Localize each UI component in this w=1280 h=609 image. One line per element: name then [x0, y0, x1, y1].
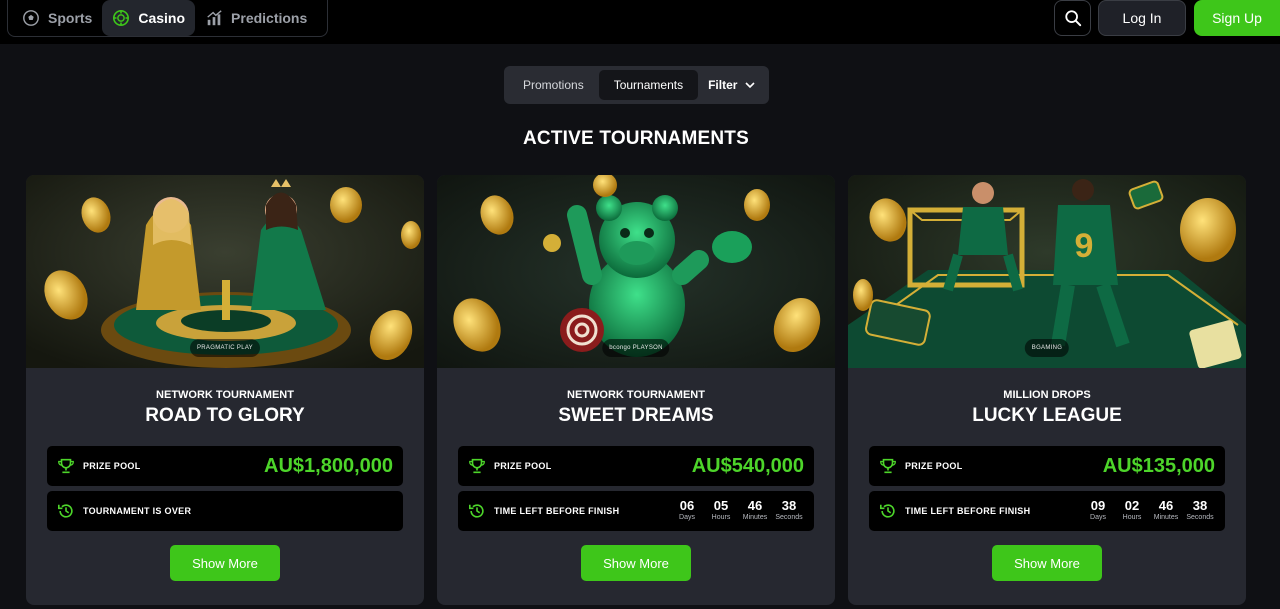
status-label: TOURNAMENT IS OVER	[83, 506, 192, 516]
history-clock-icon	[468, 504, 484, 518]
prize-pool-row: PRIZE POOL AU$1,800,000	[47, 446, 403, 486]
prize-pool-value: AU$1,800,000	[264, 454, 393, 477]
countdown-timer: 09 Days 02 Hours 46 Minutes 38 Seconds	[1083, 499, 1215, 523]
countdown-minutes: 46 Minutes	[1153, 498, 1179, 522]
signup-button[interactable]: Sign Up	[1194, 0, 1280, 36]
prize-pool-row: PRIZE POOL AU$135,000	[869, 446, 1225, 486]
top-bar: Sports Casino Predictions Log In Sign Up	[0, 0, 1280, 44]
status-label: TIME LEFT BEFORE FINISH	[905, 506, 1031, 516]
tournament-title: ROAD TO GLORY	[145, 405, 305, 426]
provider-logo: BGAMING	[1024, 339, 1070, 357]
show-more-button[interactable]: Show More	[992, 545, 1102, 581]
nav-item-sports[interactable]: Sports	[12, 0, 102, 36]
trophy-icon	[469, 458, 485, 474]
tournament-card: bcongo PLAYSON NETWORK TOURNAMENT SWEET …	[437, 175, 835, 605]
provider-logo: PRAGMATIC PLAY	[190, 339, 260, 357]
predictions-chart-icon	[207, 10, 222, 26]
status-row: TOURNAMENT IS OVER	[47, 491, 403, 531]
tournament-banner[interactable]: PRAGMATIC PLAY	[26, 175, 424, 368]
nav-item-casino[interactable]: Casino	[102, 0, 196, 36]
tournament-type: MILLION DROPS	[1003, 389, 1091, 401]
nav-item-predictions[interactable]: Predictions	[195, 0, 317, 36]
countdown-row: TIME LEFT BEFORE FINISH 09 Days 02 Hours 4…	[869, 491, 1225, 531]
tournament-card: 9 BGAMING MILLION DROPS LUCKY LEAGUE PRI…	[848, 175, 1246, 605]
tournament-card: PRAGMATIC PLAY NETWORK TOURNAMENT ROAD T…	[26, 175, 424, 605]
prize-pool-label: PRIZE POOL	[905, 461, 963, 471]
tournament-banner[interactable]: 9 BGAMING	[848, 175, 1246, 368]
countdown-days: 09 Days	[1090, 498, 1106, 522]
svg-text:9: 9	[1075, 227, 1094, 265]
chevron-down-icon	[745, 82, 755, 89]
status-label: TIME LEFT BEFORE FINISH	[494, 506, 620, 516]
countdown-timer: 06 Days 05 Hours 46 Minutes 38 Seconds	[672, 499, 804, 523]
tournament-type: NETWORK TOURNAMENT	[156, 389, 294, 401]
promo-tabs: Promotions Tournaments Filter	[504, 66, 769, 104]
history-clock-icon	[879, 504, 895, 518]
countdown-hours: 05 Hours	[711, 498, 731, 522]
search-icon	[1064, 10, 1081, 27]
tournament-banner[interactable]: bcongo PLAYSON	[437, 175, 835, 368]
soccer-ball-icon	[23, 10, 39, 26]
countdown-seconds: 38 Seconds	[1186, 498, 1214, 522]
nav-item-label: Sports	[48, 10, 93, 26]
tournament-type: NETWORK TOURNAMENT	[567, 389, 705, 401]
show-more-button[interactable]: Show More	[581, 545, 691, 581]
prize-pool-value: AU$135,000	[1102, 454, 1215, 477]
provider-logo: bcongo PLAYSON	[602, 339, 670, 357]
section-title: ACTIVE TOURNAMENTS	[523, 128, 749, 149]
countdown-hours: 02 Hours	[1122, 498, 1142, 522]
prize-pool-value: AU$540,000	[691, 454, 804, 477]
nav-item-label: Predictions	[231, 10, 308, 26]
prize-pool-label: PRIZE POOL	[83, 461, 141, 471]
trophy-icon	[880, 458, 896, 474]
casino-chip-icon	[113, 9, 130, 27]
search-button[interactable]	[1054, 0, 1091, 36]
prize-pool-label: PRIZE POOL	[494, 461, 552, 471]
tab-promotions[interactable]: Promotions	[508, 70, 599, 100]
tournament-title: SWEET DREAMS	[558, 405, 714, 426]
tab-tournaments[interactable]: Tournaments	[598, 70, 699, 100]
trophy-icon	[58, 458, 74, 474]
prize-pool-row: PRIZE POOL AU$540,000	[458, 446, 814, 486]
filter-label: Filter	[708, 78, 738, 92]
main-nav: Sports Casino Predictions	[7, 0, 328, 37]
show-more-button[interactable]: Show More	[170, 545, 280, 581]
countdown-minutes: 46 Minutes	[742, 498, 768, 522]
filter-dropdown[interactable]: Filter	[698, 70, 765, 100]
countdown-days: 06 Days	[679, 498, 695, 522]
tournament-title: LUCKY LEAGUE	[972, 405, 1122, 426]
countdown-row: TIME LEFT BEFORE FINISH 06 Days 05 Hours 4…	[458, 491, 814, 531]
nav-item-label: Casino	[138, 10, 186, 26]
login-button[interactable]: Log In	[1098, 0, 1186, 36]
countdown-seconds: 38 Seconds	[775, 498, 803, 522]
history-clock-icon	[57, 504, 73, 518]
